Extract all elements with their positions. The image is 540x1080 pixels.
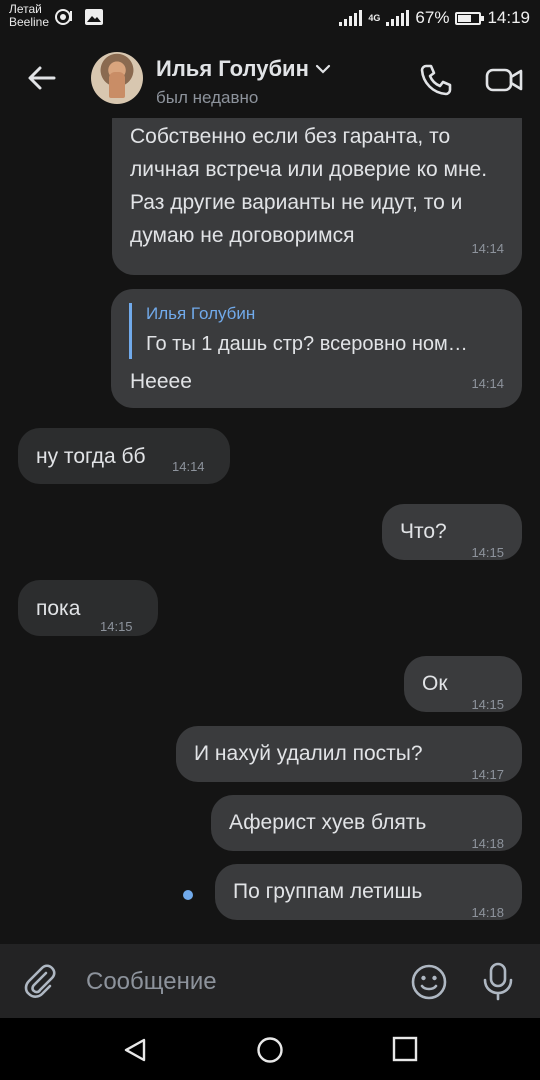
message-time: 14:18: [471, 905, 504, 920]
signal-icon: [339, 10, 363, 26]
message-outgoing[interactable]: Собственно если без гаранта, то личная в…: [112, 118, 522, 275]
paperclip-icon[interactable]: [22, 963, 58, 999]
message-text: ну тогда бб: [36, 445, 146, 468]
message-text: Что?: [400, 520, 447, 543]
message-time: 14:14: [172, 459, 205, 474]
message-outgoing[interactable]: По группам летишь 14:18: [215, 864, 522, 920]
message-time: 14:14: [471, 241, 504, 256]
reply-snippet: Го ты 1 дашь стр? всеровно ном…: [146, 333, 468, 355]
phone-icon[interactable]: [418, 62, 454, 98]
reply-quote[interactable]: Илья Голубин Го ты 1 дашь стр? всеровно …: [129, 303, 468, 359]
message-incoming[interactable]: ну тогда бб 14:14: [18, 428, 230, 484]
message-outgoing[interactable]: Что? 14:15: [382, 504, 522, 560]
nav-back-icon[interactable]: [122, 1036, 150, 1064]
avatar[interactable]: [91, 52, 143, 104]
message-time: 14:15: [471, 545, 504, 560]
message-time: 14:15: [100, 619, 133, 634]
message-time: 14:18: [471, 836, 504, 851]
message-outgoing-reply[interactable]: Илья Голубин Го ты 1 дашь стр? всеровно …: [111, 289, 522, 408]
nav-recent-icon[interactable]: [392, 1036, 418, 1062]
message-text: Аферист хуев блять: [229, 811, 427, 834]
battery-icon: [455, 11, 485, 25]
message-time: 14:14: [471, 376, 504, 391]
message-list[interactable]: Собственно если без гаранта, то личная в…: [0, 118, 540, 944]
message-time: 14:17: [471, 767, 504, 782]
system-nav-bar: [0, 1018, 540, 1080]
message-text: Собственно если без гаранта, то личная в…: [130, 125, 488, 247]
unread-indicator: [183, 890, 193, 900]
chat-header: Илья Голубин был недавно: [0, 38, 540, 118]
message-text: Нееее: [130, 370, 192, 393]
notification-icons: [54, 8, 104, 26]
radar-icon: [55, 9, 72, 25]
message-outgoing[interactable]: И нахуй удалил посты? 14:17: [176, 726, 522, 782]
message-outgoing[interactable]: Ок 14:15: [404, 656, 522, 712]
message-outgoing[interactable]: Аферист хуев блять 14:18: [211, 795, 522, 851]
message-text: Ок: [422, 672, 448, 695]
chevron-down-icon: [315, 64, 330, 74]
gallery-icon: [85, 9, 103, 25]
back-arrow-icon[interactable]: [24, 60, 60, 96]
video-camera-icon[interactable]: [484, 62, 524, 98]
message-input[interactable]: Сообщение: [86, 968, 217, 996]
message-text: По группам летишь: [233, 880, 423, 903]
system-status: 4G 67% 14:19: [339, 8, 530, 28]
message-text: пока: [36, 597, 81, 620]
carrier-operator: Beeline: [9, 15, 50, 29]
status-bar: Летай Beeline 4G 67% 14:19: [0, 0, 540, 38]
reply-author: Илья Голубин: [146, 304, 256, 323]
message-time: 14:15: [471, 697, 504, 712]
network-type: 4G: [368, 12, 381, 23]
message-text: И нахуй удалил посты?: [194, 742, 423, 765]
signal-icon-2: [386, 10, 410, 26]
composer: Сообщение: [0, 944, 540, 1018]
carrier-label: Летай Beeline: [9, 3, 49, 29]
message-incoming[interactable]: пока 14:15: [18, 580, 158, 636]
contact-name: Илья Голубин: [156, 56, 309, 81]
microphone-icon[interactable]: [480, 961, 516, 1001]
smile-icon[interactable]: [410, 963, 448, 1001]
contact-status: был недавно: [156, 88, 259, 107]
clock: 14:19: [487, 8, 530, 27]
nav-home-icon[interactable]: [256, 1036, 284, 1064]
battery-percent: 67%: [415, 8, 450, 27]
contact-name-button[interactable]: Илья Голубин: [156, 56, 331, 82]
